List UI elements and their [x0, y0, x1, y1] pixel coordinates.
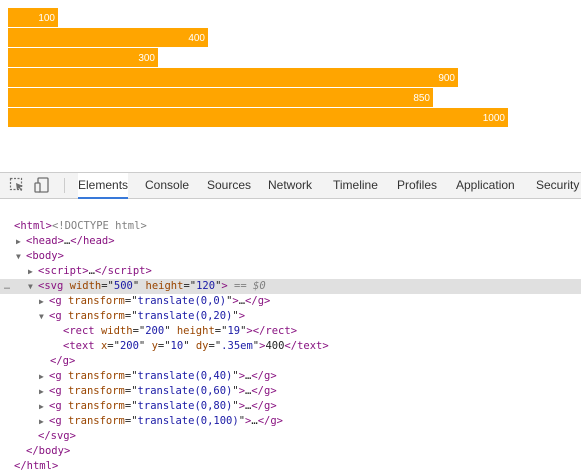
bar-group: 400	[8, 28, 208, 47]
dom-node-body-close[interactable]: </body>	[0, 444, 581, 459]
expand-triangle-icon[interactable]: ▶	[28, 264, 38, 279]
expand-triangle-icon[interactable]: ▶	[39, 384, 49, 399]
toolbar-separator	[64, 178, 65, 193]
bar-value-label: 400	[188, 33, 205, 44]
collapse-triangle-icon[interactable]: ▼	[39, 309, 49, 324]
dom-node-head[interactable]: ▶ <head>…</head>	[0, 234, 581, 249]
expand-triangle-icon[interactable]: ▶	[39, 369, 49, 384]
dom-node-body[interactable]: ▼ <body>	[0, 249, 581, 264]
tab-profiles[interactable]: Profiles	[397, 173, 437, 198]
expand-triangle-icon[interactable]: ▶	[39, 294, 49, 309]
bar-value-label: 100	[38, 13, 55, 24]
dom-node-g[interactable]: ▶ <g transform="translate(0,40)">…</g>	[0, 369, 581, 384]
dom-node-svg-close[interactable]: </svg>	[0, 429, 581, 444]
bar	[8, 88, 433, 107]
dom-node-g-close[interactable]: </g>	[0, 354, 581, 369]
expand-triangle-icon[interactable]: ▶	[39, 399, 49, 414]
tab-elements[interactable]: Elements	[78, 173, 129, 199]
dom-node-html[interactable]: <html>	[0, 219, 581, 234]
bar-value-label: 900	[438, 73, 455, 84]
tab-security[interactable]: Security	[536, 173, 579, 198]
dom-node-g-expanded[interactable]: ▼ <g transform="translate(0,20)">	[0, 309, 581, 324]
tab-application[interactable]: Application	[456, 173, 515, 198]
dom-node-g[interactable]: ▶ <g transform="translate(0,80)">…</g>	[0, 399, 581, 414]
expand-triangle-icon[interactable]: ▶	[16, 234, 26, 249]
bar-group: 1000	[8, 108, 508, 127]
collapse-triangle-icon[interactable]: ▼	[16, 249, 26, 264]
tab-console[interactable]: Console	[145, 173, 189, 198]
dom-node-g[interactable]: ▶ <g transform="translate(0,60)">…</g>	[0, 384, 581, 399]
dom-node-g[interactable]: ▶ <g transform="translate(0,0)">…</g>	[0, 294, 581, 309]
bar-chart: 100 400 300 900 850 1000	[8, 8, 508, 127]
bar	[8, 48, 158, 67]
dom-node-svg-selected[interactable]: … ▼ <svg width="500" height="120"> == $0	[0, 279, 581, 294]
dom-node-text[interactable]: <text x="200" y="10" dy=".35em">400</tex…	[0, 339, 581, 354]
bar	[8, 108, 508, 127]
tab-timeline[interactable]: Timeline	[333, 173, 378, 198]
bar	[8, 28, 208, 47]
bar-value-label: 850	[413, 93, 430, 104]
devtools-toolbar: Elements Console Sources Network Timelin…	[0, 173, 581, 199]
bar-group: 850	[8, 88, 433, 107]
collapse-triangle-icon[interactable]: ▼	[28, 279, 38, 294]
bar-group: 900	[8, 68, 458, 87]
dom-node-doctype[interactable]: <!DOCTYPE html>	[0, 204, 581, 232]
expand-triangle-icon[interactable]: ▶	[39, 414, 49, 429]
device-toolbar-icon[interactable]	[34, 177, 50, 193]
bar-group: 300	[8, 48, 158, 67]
more-actions-icon[interactable]: …	[4, 279, 10, 294]
devtools-panel: Elements Console Sources Network Timelin…	[0, 172, 581, 472]
dom-node-g[interactable]: ▶ <g transform="translate(0,100)">…</g>	[0, 414, 581, 429]
tab-sources[interactable]: Sources	[207, 173, 251, 198]
bar-value-label: 300	[138, 53, 155, 64]
inspect-element-icon[interactable]	[9, 177, 25, 193]
dom-node-script[interactable]: ▶ <script>…</script>	[0, 264, 581, 279]
dom-tree: <!DOCTYPE html> <html> ▶ <head>…</head> ▼…	[0, 204, 581, 472]
bar	[8, 68, 458, 87]
bar-value-label: 1000	[483, 113, 506, 124]
bar-group: 100	[8, 8, 58, 27]
rendered-page: 100 400 300 900 850 1000	[0, 0, 581, 172]
tab-network[interactable]: Network	[268, 173, 312, 198]
dom-node-html-close[interactable]: </html>	[0, 459, 581, 474]
dom-node-rect[interactable]: <rect width="200" height="19"></rect>	[0, 324, 581, 339]
